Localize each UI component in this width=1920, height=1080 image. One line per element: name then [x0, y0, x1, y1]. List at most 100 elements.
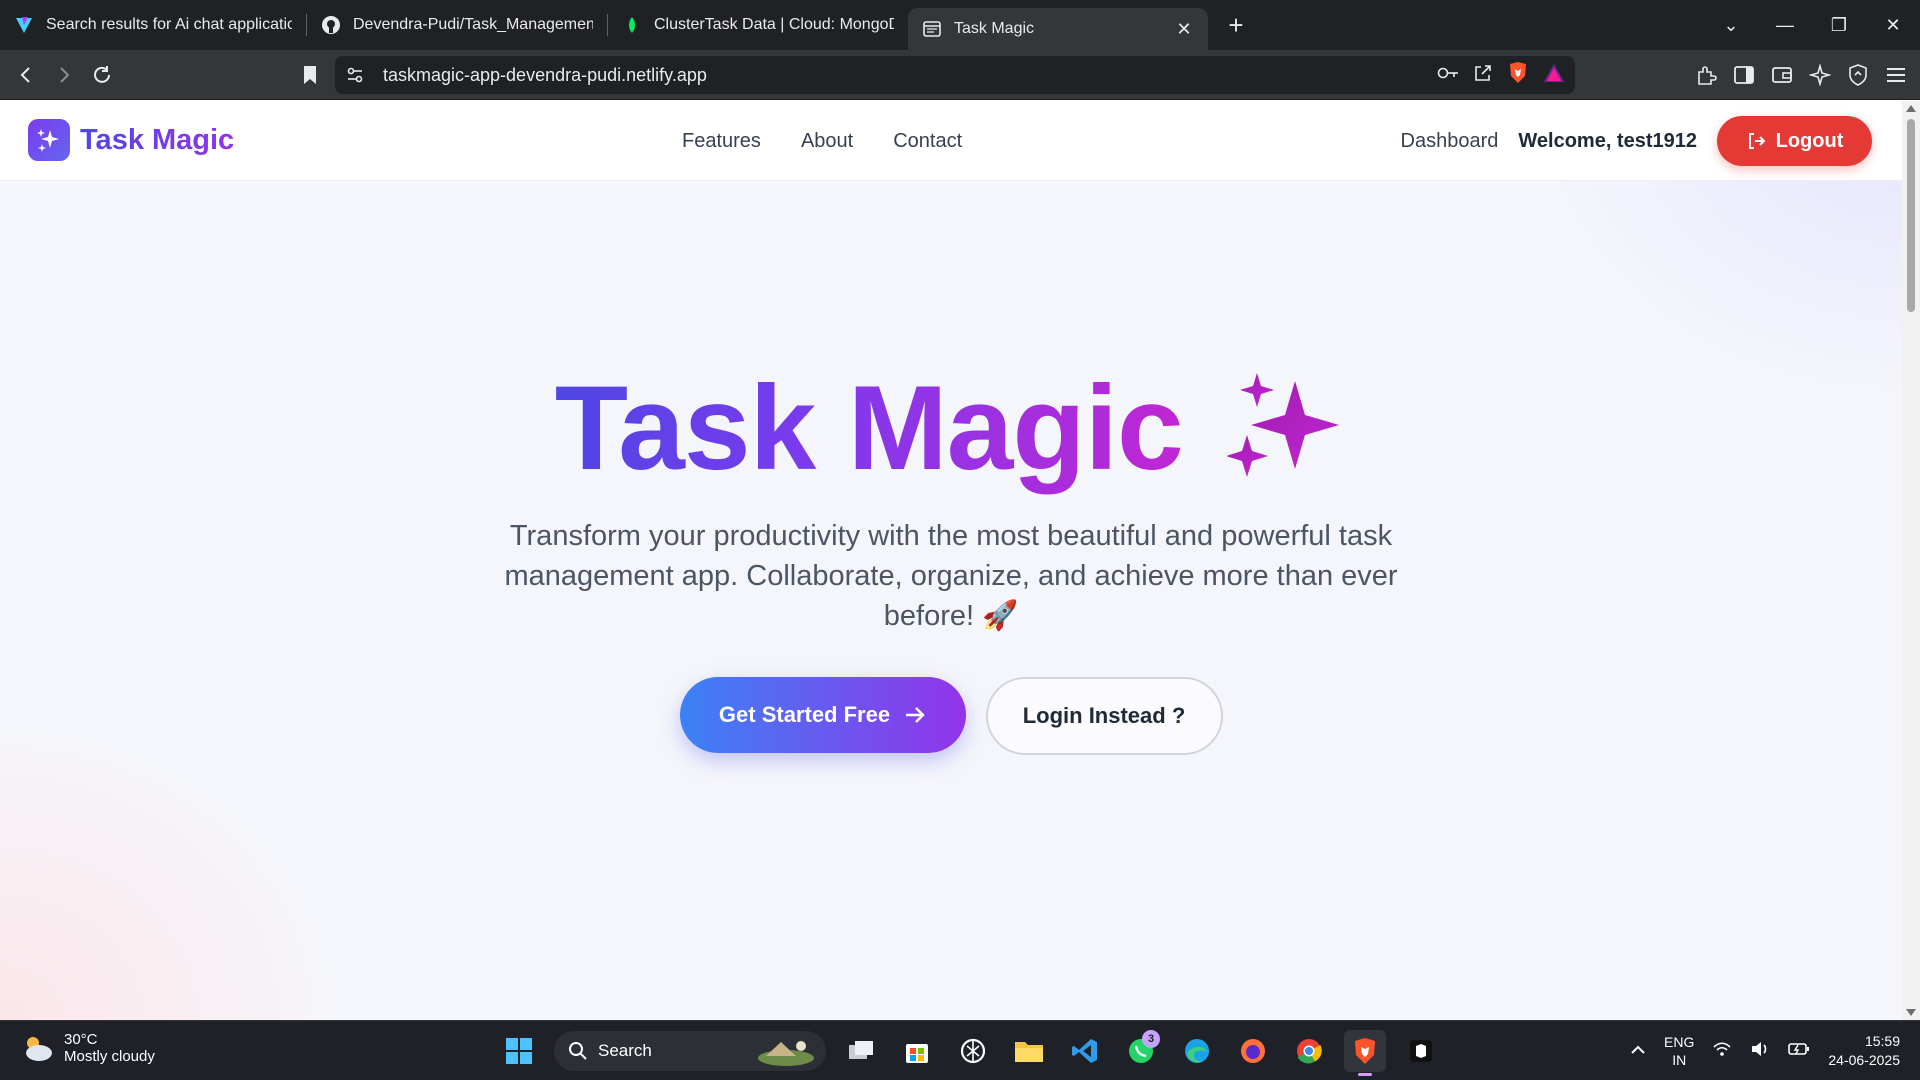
browser-tab-active[interactable]: Task Magic ✕ — [908, 8, 1208, 50]
battery-icon[interactable] — [1788, 1041, 1810, 1062]
nav-contact[interactable]: Contact — [893, 130, 962, 153]
search-placeholder: Search — [598, 1041, 652, 1060]
reload-icon — [94, 65, 110, 83]
windows-start-icon[interactable] — [498, 1030, 540, 1072]
url-text: taskmagic-app-devendra-pudi.netlify.app — [383, 64, 707, 85]
taskbar-apps: Search 3 — [498, 1027, 1442, 1076]
forward-arrow-icon — [60, 66, 70, 83]
back-arrow-icon — [20, 66, 30, 83]
logout-button[interactable]: Logout — [1717, 116, 1872, 166]
page-viewport: Task Magic Features About Contact Dashbo… — [0, 101, 1902, 1020]
logout-label: Logout — [1775, 129, 1844, 152]
hero-subtitle: Transform your productivity with the mos… — [504, 520, 1398, 632]
weather-temp: 30°C — [64, 1031, 98, 1048]
login-instead-button[interactable]: Login Instead ? — [985, 677, 1223, 755]
whatsapp-badge: 3 — [1142, 1030, 1160, 1048]
restore-icon[interactable]: ❐ — [1812, 15, 1866, 36]
sidebar-icon[interactable] — [1730, 61, 1758, 89]
windows-taskbar: 30°C Mostly cloudy Search 3 ENG IN 15:59… — [0, 1020, 1920, 1080]
header-actions: Dashboard Welcome, test1912 Logout — [1401, 101, 1872, 181]
tab-title: Devendra-Pudi/Task_Management_A — [353, 16, 593, 33]
site-header: Task Magic Features About Contact Dashbo… — [0, 101, 1902, 181]
omnibox-actions — [1437, 56, 1565, 94]
sparkles-logo-icon — [28, 119, 70, 161]
page-scrollbar[interactable] — [1902, 101, 1920, 1020]
browser-tab[interactable]: ClusterTask Data | Cloud: MongoDB C — [608, 5, 908, 45]
page-icon — [922, 19, 942, 39]
system-tray: ENG IN 15:59 24-06-2025 — [1630, 1021, 1900, 1080]
firefox-icon[interactable] — [1232, 1030, 1274, 1072]
vscode-icon[interactable] — [1064, 1030, 1106, 1072]
vpn-shield-icon[interactable] — [1844, 61, 1872, 89]
tab-title: Search results for Ai chat application — [46, 16, 292, 33]
main-nav: Features About Contact — [682, 101, 962, 181]
browser-tab[interactable]: Search results for Ai chat application — [0, 5, 306, 45]
whatsapp-icon[interactable]: 3 — [1120, 1030, 1162, 1072]
weather-condition: Mostly cloudy — [64, 1048, 155, 1065]
share-icon[interactable] — [1473, 63, 1493, 88]
system-clock[interactable]: 15:59 24-06-2025 — [1828, 1032, 1900, 1070]
file-explorer-icon[interactable] — [1008, 1030, 1050, 1072]
bookmark-button[interactable] — [292, 57, 328, 93]
bookmark-icon — [304, 66, 316, 84]
extensions-icon[interactable] — [1692, 61, 1720, 89]
clock-date: 24-06-2025 — [1828, 1052, 1900, 1068]
get-started-button[interactable]: Get Started Free — [679, 677, 966, 753]
dashboard-link[interactable]: Dashboard — [1401, 130, 1499, 153]
microsoft-store-icon[interactable] — [896, 1030, 938, 1072]
terminal-app-icon[interactable] — [1400, 1030, 1442, 1072]
language-indicator[interactable]: ENG IN — [1664, 1033, 1694, 1069]
nav-about[interactable]: About — [801, 130, 853, 153]
brave-rewards-icon[interactable] — [1543, 63, 1565, 88]
active-app-indicator — [1358, 1073, 1372, 1076]
wifi-icon[interactable] — [1712, 1041, 1732, 1062]
lang-region: IN — [1672, 1052, 1687, 1068]
hero-title-text: Task Magic — [554, 361, 1184, 495]
brave-browser-icon[interactable] — [1344, 1030, 1386, 1076]
login-instead-label: Login Instead ? — [1022, 703, 1186, 728]
chrome-icon[interactable] — [1288, 1030, 1330, 1072]
new-tab-button[interactable]: + — [1216, 5, 1256, 45]
forward-button[interactable] — [46, 57, 82, 93]
browser-toolbar: taskmagic-app-devendra-pudi.netlify.app — [0, 50, 1920, 100]
address-bar[interactable]: taskmagic-app-devendra-pudi.netlify.app — [335, 56, 1575, 94]
edge-icon[interactable] — [1176, 1030, 1218, 1072]
wallet-icon[interactable] — [1768, 61, 1796, 89]
clock-time: 15:59 — [1864, 1033, 1900, 1049]
extension-icons — [1692, 57, 1910, 93]
hero-actions: Get Started Free Login Instead ? — [0, 677, 1902, 755]
minimize-icon[interactable]: — — [1758, 15, 1812, 36]
scrollbar-thumb[interactable] — [1907, 119, 1915, 312]
task-view-icon[interactable] — [840, 1030, 882, 1072]
sparkles-icon — [1227, 373, 1340, 477]
arrow-right-icon — [906, 707, 925, 723]
close-tab-icon[interactable]: ✕ — [1174, 19, 1194, 40]
get-started-label: Get Started Free — [718, 702, 891, 727]
brand-link[interactable]: Task Magic — [28, 119, 234, 161]
scroll-down-icon[interactable] — [1906, 1009, 1916, 1016]
volume-icon[interactable] — [1750, 1041, 1770, 1062]
brave-shields-icon[interactable] — [1507, 61, 1529, 90]
scroll-up-icon[interactable] — [1906, 105, 1916, 112]
key-icon[interactable] — [1437, 66, 1459, 85]
chevron-up-icon[interactable] — [1630, 1042, 1646, 1060]
browser-tab[interactable]: Devendra-Pudi/Task_Management_A — [307, 5, 607, 45]
mongodb-leaf-icon — [622, 15, 642, 35]
nav-features[interactable]: Features — [682, 130, 761, 153]
site-settings-icon[interactable] — [335, 66, 375, 84]
browser-tab-strip: Search results for Ai chat application D… — [0, 0, 1920, 50]
reload-button[interactable] — [84, 57, 120, 93]
vite-favicon — [14, 15, 34, 35]
tab-search-icon[interactable]: ⌄ — [1704, 15, 1758, 36]
back-button[interactable] — [8, 57, 44, 93]
cloudy-weather-icon — [26, 1037, 52, 1061]
welcome-text: Welcome, test1912 — [1518, 129, 1697, 152]
close-window-icon[interactable]: ✕ — [1866, 15, 1920, 36]
taskbar-search[interactable]: Search — [554, 1031, 826, 1071]
chatgpt-icon[interactable] — [952, 1030, 994, 1072]
weather-widget[interactable]: 30°C Mostly cloudy — [20, 1031, 155, 1065]
window-controls: ⌄ — ❐ ✕ — [1704, 0, 1920, 50]
leo-ai-icon[interactable] — [1806, 61, 1834, 89]
menu-icon[interactable] — [1882, 61, 1910, 89]
search-highlight-icon — [758, 1041, 814, 1066]
